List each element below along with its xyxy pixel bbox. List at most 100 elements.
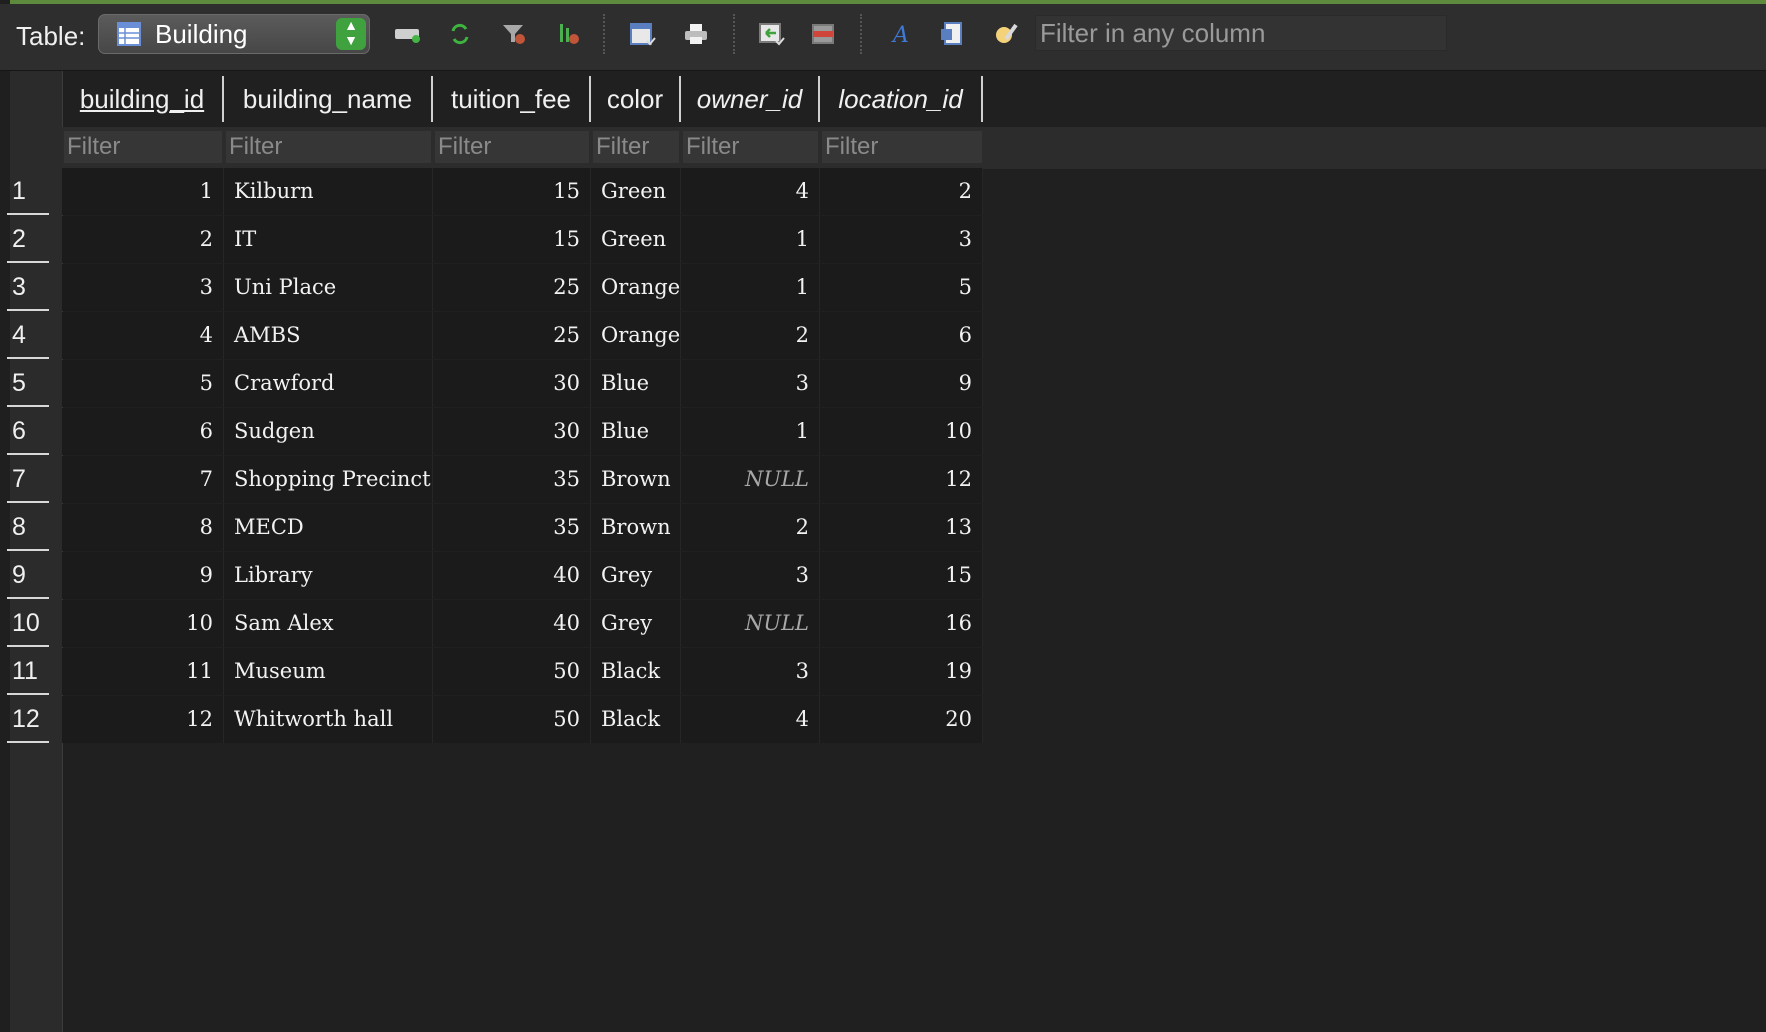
cell-tuition-fee[interactable]: 40 (433, 600, 591, 647)
row-number[interactable]: 8 (7, 504, 49, 551)
cell-location-id[interactable]: 6 (820, 312, 983, 359)
cell-building-id[interactable]: 11 (62, 648, 224, 695)
row-number[interactable]: 6 (7, 408, 49, 455)
row-number[interactable]: 12 (7, 696, 49, 743)
table-row[interactable]: 1 Kilburn 15 Green 4 2 (62, 168, 983, 215)
cell-location-id[interactable]: 20 (820, 696, 983, 743)
cell-building-id[interactable]: 5 (62, 360, 224, 407)
row-number[interactable]: 7 (7, 456, 49, 503)
row-number[interactable]: 3 (7, 264, 49, 311)
save-table-icon[interactable] (627, 18, 659, 50)
cell-location-id[interactable]: 12 (820, 456, 983, 503)
cell-location-id[interactable]: 9 (820, 360, 983, 407)
column-header-owner-id[interactable]: owner_id (681, 76, 820, 122)
filter-input-tuition-fee[interactable] (435, 131, 589, 163)
cell-color[interactable]: Grey (591, 600, 681, 647)
cell-building-id[interactable]: 7 (62, 456, 224, 503)
cell-owner-id[interactable]: 1 (681, 216, 820, 263)
table-row[interactable]: 7 Shopping Precinct 35 Brown NULL 12 (62, 456, 983, 503)
cell-color[interactable]: Blue (591, 408, 681, 455)
cell-location-id[interactable]: 16 (820, 600, 983, 647)
cell-color[interactable]: Brown (591, 504, 681, 551)
cell-building-name[interactable]: Uni Place (224, 264, 433, 311)
cell-owner-id[interactable]: 3 (681, 552, 820, 599)
cell-building-id[interactable]: 9 (62, 552, 224, 599)
cell-tuition-fee[interactable]: 40 (433, 552, 591, 599)
filter-input-building-id[interactable] (64, 131, 222, 163)
table-row[interactable]: 10 Sam Alex 40 Grey NULL 16 (62, 600, 983, 647)
cell-building-name[interactable]: Crawford (224, 360, 433, 407)
column-header-building-name[interactable]: building_name (224, 76, 433, 122)
cell-owner-id[interactable]: 2 (681, 504, 820, 551)
cell-building-name[interactable]: Sudgen (224, 408, 433, 455)
edit-display-icon[interactable] (990, 18, 1022, 50)
cell-tuition-fee[interactable]: 35 (433, 504, 591, 551)
cell-building-id[interactable]: 12 (62, 696, 224, 743)
cell-location-id[interactable]: 19 (820, 648, 983, 695)
cell-owner-id[interactable]: 2 (681, 312, 820, 359)
cell-owner-id[interactable]: NULL (681, 600, 820, 647)
row-number[interactable]: 10 (7, 600, 49, 647)
cell-building-id[interactable]: 1 (62, 168, 224, 215)
cell-building-name[interactable]: Kilburn (224, 168, 433, 215)
insert-values-icon[interactable] (756, 18, 788, 50)
cell-building-name[interactable]: Library (224, 552, 433, 599)
cell-tuition-fee[interactable]: 15 (433, 216, 591, 263)
cell-tuition-fee[interactable]: 25 (433, 264, 591, 311)
new-record-icon[interactable] (392, 18, 424, 50)
column-header-location-id[interactable]: location_id (820, 76, 983, 122)
cell-tuition-fee[interactable]: 30 (433, 360, 591, 407)
table-row[interactable]: 11 Museum 50 Black 3 19 (62, 648, 983, 695)
cell-building-id[interactable]: 8 (62, 504, 224, 551)
cell-building-id[interactable]: 10 (62, 600, 224, 647)
cell-location-id[interactable]: 15 (820, 552, 983, 599)
row-number[interactable]: 5 (7, 360, 49, 407)
cell-owner-id[interactable]: 1 (681, 408, 820, 455)
cell-tuition-fee[interactable]: 30 (433, 408, 591, 455)
cell-building-name[interactable]: Shopping Precinct (224, 456, 433, 503)
cell-building-name[interactable]: MECD (224, 504, 433, 551)
row-number[interactable]: 1 (7, 168, 49, 215)
table-row[interactable]: 5 Crawford 30 Blue 3 9 (62, 360, 983, 407)
cell-building-name[interactable]: AMBS (224, 312, 433, 359)
cell-building-id[interactable]: 6 (62, 408, 224, 455)
print-icon[interactable] (680, 18, 712, 50)
row-number[interactable]: 11 (7, 648, 49, 695)
cell-building-name[interactable]: Whitworth hall (224, 696, 433, 743)
cell-owner-id[interactable]: 3 (681, 648, 820, 695)
filter-input-color[interactable] (593, 131, 679, 163)
filter-input-location-id[interactable] (822, 131, 982, 163)
cell-building-id[interactable]: 2 (62, 216, 224, 263)
cell-tuition-fee[interactable]: 15 (433, 168, 591, 215)
cell-color[interactable]: Black (591, 696, 681, 743)
table-row[interactable]: 2 IT 15 Green 1 3 (62, 216, 983, 263)
cell-owner-id[interactable]: 4 (681, 696, 820, 743)
cell-owner-id[interactable]: 4 (681, 168, 820, 215)
filter-any-column-input[interactable] (1035, 15, 1447, 51)
row-number[interactable]: 4 (7, 312, 49, 359)
italic-format-icon[interactable]: A (884, 18, 916, 50)
cell-owner-id[interactable]: 1 (681, 264, 820, 311)
cell-color[interactable]: Green (591, 216, 681, 263)
cell-owner-id[interactable]: NULL (681, 456, 820, 503)
clear-filters-icon[interactable] (498, 18, 530, 50)
cell-tuition-fee[interactable]: 50 (433, 648, 591, 695)
filter-input-building-name[interactable] (226, 131, 431, 163)
cell-location-id[interactable]: 10 (820, 408, 983, 455)
document-icon[interactable] (936, 18, 968, 50)
cell-color[interactable]: Grey (591, 552, 681, 599)
cell-color[interactable]: Orange (591, 264, 681, 311)
table-selector[interactable]: Building ▲ ▼ (98, 14, 370, 54)
table-row[interactable]: 4 AMBS 25 Orange 2 6 (62, 312, 983, 359)
column-header-tuition-fee[interactable]: tuition_fee (433, 76, 591, 122)
filter-input-owner-id[interactable] (683, 131, 818, 163)
chevron-up-down-icon[interactable]: ▲ ▼ (336, 18, 366, 50)
table-row[interactable]: 9 Library 40 Grey 3 15 (62, 552, 983, 599)
cell-color[interactable]: Black (591, 648, 681, 695)
cell-building-id[interactable]: 3 (62, 264, 224, 311)
cell-building-name[interactable]: IT (224, 216, 433, 263)
cell-color[interactable]: Blue (591, 360, 681, 407)
table-row[interactable]: 3 Uni Place 25 Orange 1 5 (62, 264, 983, 311)
cell-building-name[interactable]: Sam Alex (224, 600, 433, 647)
delete-record-icon[interactable] (808, 18, 840, 50)
